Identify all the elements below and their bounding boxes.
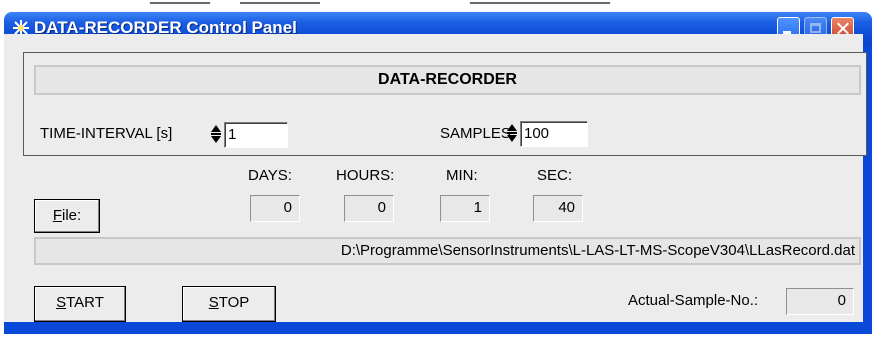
background-line bbox=[240, 2, 320, 4]
spin-up-down-icon[interactable] bbox=[506, 122, 518, 144]
time-interval-label: TIME-INTERVAL [s] bbox=[40, 125, 173, 142]
stop-button-label: TOP bbox=[218, 294, 250, 311]
background-line bbox=[470, 2, 610, 4]
stop-button-mnemonic: S bbox=[208, 294, 219, 311]
actual-sample-value: 0 bbox=[786, 288, 854, 315]
background-line bbox=[150, 2, 210, 4]
actual-sample-label: Actual-Sample-No.: bbox=[628, 292, 759, 309]
panel-header: DATA-RECORDER bbox=[34, 65, 861, 95]
start-button[interactable]: START bbox=[34, 286, 126, 322]
min-label: MIN: bbox=[446, 167, 478, 184]
days-label: DAYS: bbox=[248, 167, 292, 184]
start-button-mnemonic: S bbox=[56, 294, 67, 311]
samples-input[interactable]: 100 bbox=[520, 121, 588, 147]
hours-label: HOURS: bbox=[336, 167, 395, 184]
file-button[interactable]: File: bbox=[34, 199, 100, 233]
file-path-display: D:\Programme\SensorInstruments\L-LAS-LT-… bbox=[34, 237, 861, 265]
sec-label: SEC: bbox=[537, 167, 573, 184]
min-value: 1 bbox=[440, 195, 490, 222]
sec-value: 40 bbox=[533, 195, 583, 222]
file-button-mnemonic: F bbox=[52, 207, 62, 224]
stop-button[interactable]: STOP bbox=[182, 286, 276, 322]
hours-value: 0 bbox=[344, 195, 394, 222]
file-button-label: ile: bbox=[61, 207, 82, 224]
start-button-label: TART bbox=[66, 294, 104, 311]
background-strip bbox=[0, 0, 872, 8]
samples-label: SAMPLES bbox=[440, 125, 511, 142]
days-value: 0 bbox=[250, 195, 300, 222]
spin-up-down-icon[interactable] bbox=[210, 123, 222, 145]
time-interval-input[interactable]: 1 bbox=[224, 122, 288, 148]
